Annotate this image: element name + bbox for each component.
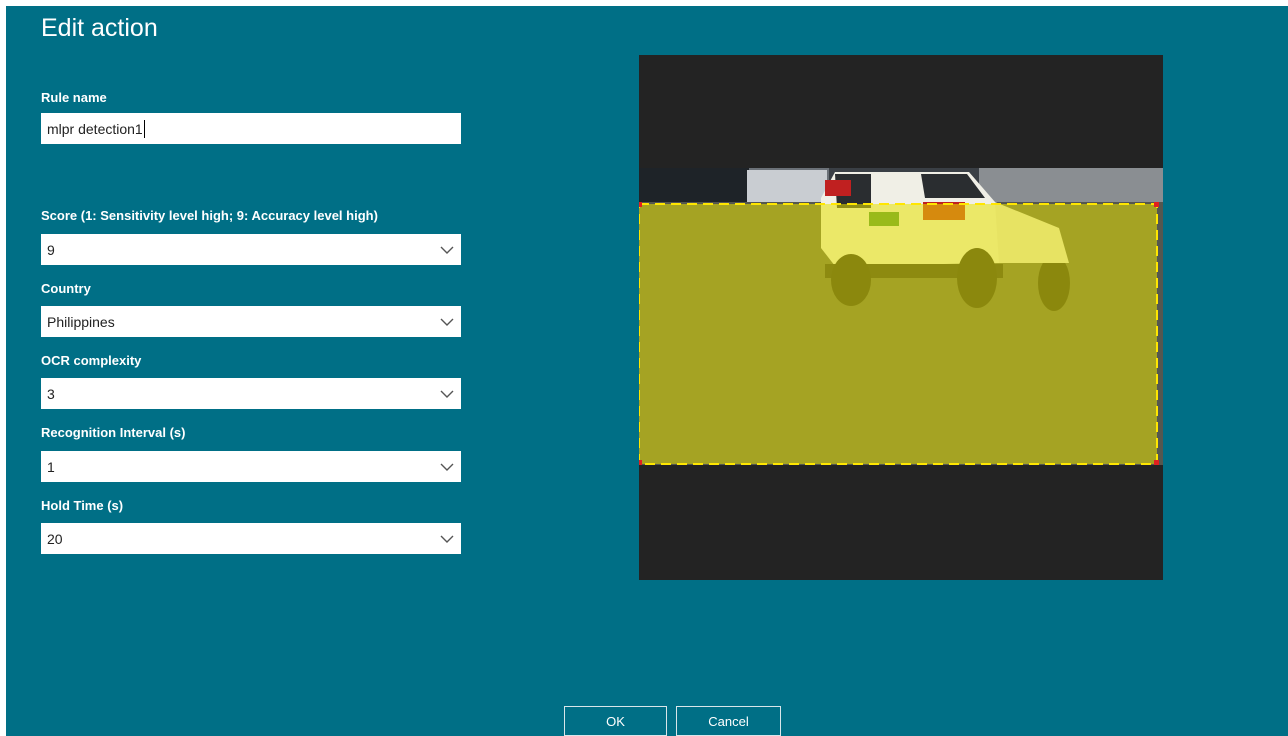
- score-label: Score (1: Sensitivity level high; 9: Acc…: [41, 208, 378, 223]
- recognition-interval-label: Recognition Interval (s): [41, 425, 186, 440]
- recognition-interval-value: 1: [47, 458, 55, 475]
- camera-frame: [639, 168, 1163, 465]
- chevron-down-icon[interactable]: [439, 459, 455, 475]
- window-top-border: [0, 0, 1288, 6]
- parked-car-dark: [639, 168, 749, 202]
- camera-preview: [639, 55, 1163, 580]
- ocr-complexity-value: 3: [47, 385, 55, 402]
- region-handle-bottom-right[interactable]: [1154, 460, 1159, 465]
- chevron-down-icon[interactable]: [439, 386, 455, 402]
- dialog-title: Edit action: [41, 14, 158, 42]
- region-handle-bottom-left[interactable]: [639, 460, 642, 465]
- chevron-down-icon[interactable]: [439, 242, 455, 258]
- rule-name-input[interactable]: mlpr detection1: [41, 113, 461, 144]
- chevron-down-icon[interactable]: [439, 314, 455, 330]
- country-select[interactable]: Philippines: [41, 306, 461, 337]
- ocr-complexity-select[interactable]: 3: [41, 378, 461, 409]
- recognition-interval-select[interactable]: 1: [41, 451, 461, 482]
- hold-time-label: Hold Time (s): [41, 498, 124, 513]
- hold-time-select[interactable]: 20: [41, 523, 461, 554]
- parked-car-light: [747, 170, 827, 202]
- score-select[interactable]: 9: [41, 234, 461, 265]
- hold-time-value: 20: [47, 530, 63, 547]
- country-label: Country: [41, 281, 91, 296]
- cancel-button[interactable]: Cancel: [676, 706, 781, 736]
- ok-button[interactable]: OK: [564, 706, 667, 736]
- window-left-border: [0, 0, 6, 736]
- rule-name-label: Rule name: [41, 90, 107, 105]
- chevron-down-icon[interactable]: [439, 531, 455, 547]
- detection-region[interactable]: [639, 203, 1158, 465]
- text-caret: [143, 119, 145, 138]
- region-handle-top-right[interactable]: [1154, 202, 1159, 207]
- rule-name-value: mlpr detection1: [47, 120, 143, 137]
- score-value: 9: [47, 241, 55, 258]
- region-handle-top-left[interactable]: [639, 202, 642, 207]
- country-value: Philippines: [47, 313, 115, 330]
- ocr-complexity-label: OCR complexity: [41, 353, 142, 368]
